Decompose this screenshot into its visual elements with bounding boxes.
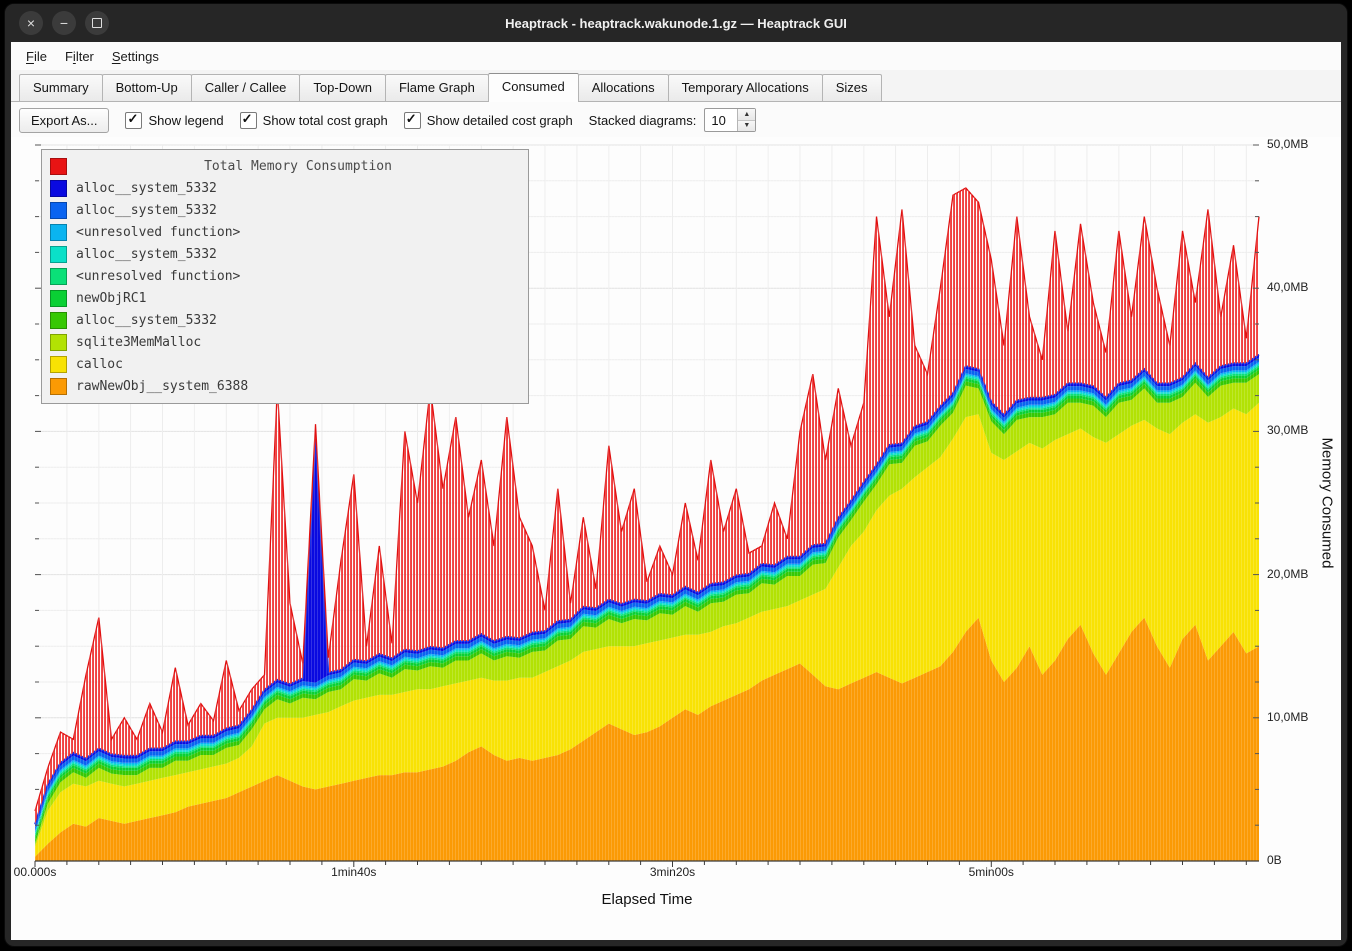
menu-item-settings[interactable]: Settings <box>103 45 168 68</box>
tab-top-down[interactable]: Top-Down <box>299 74 386 101</box>
stacked-diagrams-label: Stacked diagrams: <box>589 113 697 128</box>
tab-bar: SummaryBottom-UpCaller / CalleeTop-DownF… <box>11 70 1341 102</box>
legend-entry: <unresolved function> <box>50 221 520 243</box>
tab-bottom-up[interactable]: Bottom-Up <box>102 74 192 101</box>
x-tick-label: 00.000s <box>14 865 57 879</box>
tab-summary[interactable]: Summary <box>19 74 103 101</box>
y-tick-label: 30,0MB <box>1267 423 1337 437</box>
legend-entry-label: <unresolved function> <box>76 269 240 284</box>
toolbar: Export As... Show legend Show total cost … <box>11 102 1341 138</box>
spin-down-icon[interactable]: ▼ <box>738 121 755 132</box>
legend-entry-label: rawNewObj__system_6388 <box>76 379 248 394</box>
legend-swatch <box>50 180 67 197</box>
stacked-diagrams-spinbox[interactable]: 10 ▲ ▼ <box>704 108 756 132</box>
legend-entry-label: <unresolved function> <box>76 225 240 240</box>
legend-entry: <unresolved function> <box>50 265 520 287</box>
maximize-icon[interactable] <box>85 11 109 35</box>
chart-legend: Total Memory Consumption alloc__system_53… <box>41 149 529 404</box>
checkbox-box[interactable] <box>125 112 142 129</box>
legend-entry-label: alloc__system_5332 <box>76 247 217 262</box>
x-tick-label: 1min40s <box>331 865 376 879</box>
tab-temporary-allocations[interactable]: Temporary Allocations <box>668 74 823 101</box>
menu-item-filter[interactable]: Filter <box>56 45 103 68</box>
legend-swatch-total <box>50 158 67 175</box>
legend-title-row: Total Memory Consumption <box>50 155 520 177</box>
legend-swatch <box>50 334 67 351</box>
close-icon[interactable]: × <box>19 11 43 35</box>
y-tick-label: 40,0MB <box>1267 280 1337 294</box>
export-as-button[interactable]: Export As... <box>19 108 109 133</box>
legend-entry: alloc__system_5332 <box>50 243 520 265</box>
checkbox-show-detailed-cost-graph[interactable]: Show detailed cost graph <box>404 112 573 129</box>
legend-entry-label: alloc__system_5332 <box>76 313 217 328</box>
legend-swatch <box>50 378 67 395</box>
legend-entry-label: alloc__system_5332 <box>76 203 217 218</box>
app-window: × − Heaptrack - heaptrack.wakunode.1.gz … <box>5 4 1347 946</box>
tab-caller-callee[interactable]: Caller / Callee <box>191 74 301 101</box>
legend-entry: newObjRC1 <box>50 287 520 309</box>
legend-entry: sqlite3MemMalloc <box>50 331 520 353</box>
x-tick-label: 5min00s <box>969 865 1014 879</box>
minimize-icon[interactable]: − <box>52 11 76 35</box>
tab-flame-graph[interactable]: Flame Graph <box>385 74 489 101</box>
window-content: FileFilterSettings SummaryBottom-UpCalle… <box>11 42 1341 940</box>
legend-entry-label: newObjRC1 <box>76 291 146 306</box>
legend-entry-label: alloc__system_5332 <box>76 181 217 196</box>
menubar: FileFilterSettings <box>11 42 1341 70</box>
checkbox-label: Show total cost graph <box>263 113 388 128</box>
tab-sizes[interactable]: Sizes <box>822 74 882 101</box>
legend-title: Total Memory Consumption <box>76 159 520 174</box>
legend-swatch <box>50 312 67 329</box>
checkbox-show-total-cost-graph[interactable]: Show total cost graph <box>240 112 388 129</box>
legend-swatch <box>50 202 67 219</box>
legend-swatch <box>50 290 67 307</box>
checkbox-box[interactable] <box>404 112 421 129</box>
y-tick-label: 20,0MB <box>1267 567 1337 581</box>
legend-entry-label: sqlite3MemMalloc <box>76 335 201 350</box>
chart-area: 0B 10,0MB 20,0MB 30,0MB 40,0MB 50,0MB 00.000s… <box>11 137 1341 940</box>
legend-entry: alloc__system_5332 <box>50 177 520 199</box>
tab-consumed[interactable]: Consumed <box>488 73 579 102</box>
checkbox-group: Show legend Show total cost graph Show det… <box>125 112 572 129</box>
legend-entry: alloc__system_5332 <box>50 199 520 221</box>
legend-swatch <box>50 224 67 241</box>
checkbox-label: Show legend <box>148 113 223 128</box>
y-tick-label: 0B <box>1267 853 1337 867</box>
legend-entry: rawNewObj__system_6388 <box>50 375 520 397</box>
menu-item-file[interactable]: File <box>17 45 56 68</box>
tab-allocations[interactable]: Allocations <box>578 74 669 101</box>
spinbox-value: 10 <box>705 109 737 131</box>
y-tick-label: 10,0MB <box>1267 710 1337 724</box>
legend-entry-label: calloc <box>76 357 123 372</box>
checkbox-box[interactable] <box>240 112 257 129</box>
x-axis-title: Elapsed Time <box>602 891 693 908</box>
checkbox-label: Show detailed cost graph <box>427 113 573 128</box>
titlebar: × − Heaptrack - heaptrack.wakunode.1.gz … <box>5 4 1347 42</box>
legend-entry: alloc__system_5332 <box>50 309 520 331</box>
legend-swatch <box>50 356 67 373</box>
checkbox-show-legend[interactable]: Show legend <box>125 112 223 129</box>
spin-up-icon[interactable]: ▲ <box>738 109 755 121</box>
window-title: Heaptrack - heaptrack.wakunode.1.gz — He… <box>5 16 1347 31</box>
y-tick-label: 50,0MB <box>1267 137 1337 151</box>
x-tick-label: 3min20s <box>650 865 695 879</box>
legend-swatch <box>50 246 67 263</box>
y-axis-title: Memory Consumed <box>1319 438 1336 569</box>
legend-entry: calloc <box>50 353 520 375</box>
window-controls: × − <box>19 11 109 35</box>
spinbox-arrows: ▲ ▼ <box>737 109 755 131</box>
legend-swatch <box>50 268 67 285</box>
